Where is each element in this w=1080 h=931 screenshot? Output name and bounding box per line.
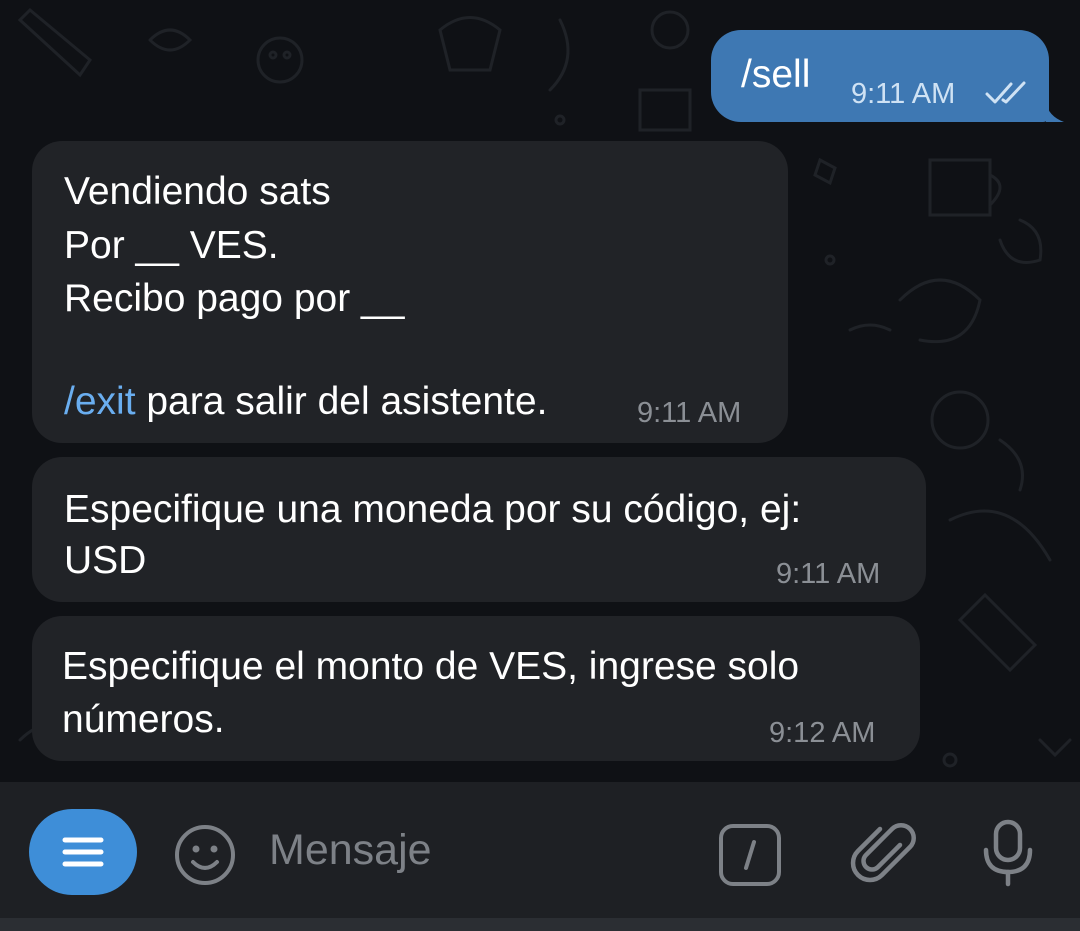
message-line: números.: [62, 698, 225, 741]
incoming-message-bubble[interactable]: Vendiendo sats Por __ VES. Recibo pago p…: [32, 141, 788, 443]
slash-command-icon[interactable]: [717, 822, 783, 888]
paperclip-icon[interactable]: [850, 819, 920, 889]
message-line: /exit para salir del asistente.: [64, 375, 547, 428]
bot-menu-button[interactable]: [29, 809, 137, 895]
message-time: 9:12 AM: [769, 717, 876, 749]
menu-icon: [62, 837, 104, 867]
double-check-icon: [985, 81, 1026, 104]
message-text[interactable]: /sell: [741, 48, 810, 101]
message-line: Por __ VES.: [64, 224, 279, 267]
outgoing-message-bubble[interactable]: /sell 9:11 AM: [711, 30, 1049, 122]
message-line: Recibo pago por __: [64, 277, 405, 320]
message-line: USD: [64, 539, 147, 582]
chat-area[interactable]: /sell 9:11 AM Vendiendo sats Por __ VES.…: [0, 0, 1080, 782]
message-line: Especifique una moneda por su código, ej…: [64, 488, 802, 531]
message-line: Vendiendo sats: [64, 170, 331, 213]
exit-command-link[interactable]: /exit: [64, 380, 136, 423]
bubble-tail-icon: [1046, 102, 1064, 122]
emoji-icon[interactable]: [172, 822, 238, 888]
incoming-message-bubble[interactable]: Especifique el monto de VES, ingrese sol…: [32, 616, 920, 761]
message-input[interactable]: Mensaje: [269, 826, 432, 875]
message-time: 9:11 AM: [637, 397, 742, 429]
microphone-icon[interactable]: [978, 818, 1038, 888]
incoming-message-bubble[interactable]: Especifique una moneda por su código, ej…: [32, 457, 926, 602]
message-time: 9:11 AM: [776, 558, 881, 590]
message-time: 9:11 AM: [851, 78, 956, 110]
message-line: Especifique el monto de VES, ingrese sol…: [62, 645, 800, 688]
command-description: para salir del asistente.: [135, 380, 548, 423]
navigation-bar-edge: [0, 918, 1080, 931]
